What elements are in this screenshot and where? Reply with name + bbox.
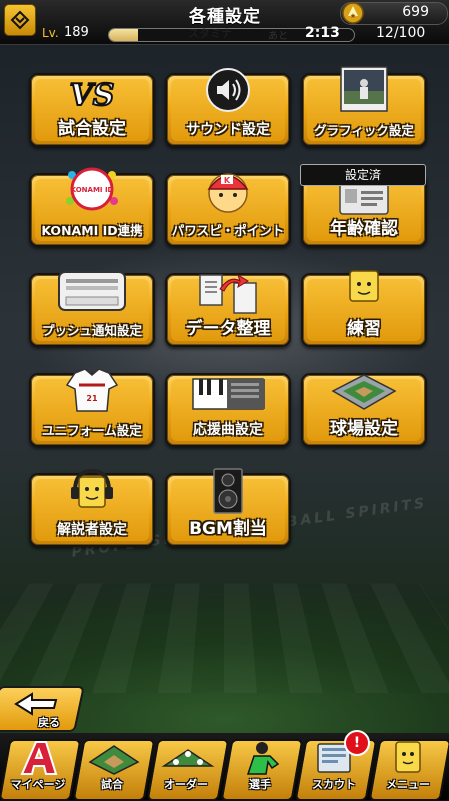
tile-label: 年齢確認 xyxy=(330,219,398,239)
a-logo-icon xyxy=(20,741,58,775)
commentator-icon xyxy=(71,469,113,508)
pawaspi-point-button[interactable]: K パワスピ・ポイント xyxy=(165,173,291,247)
powapro-face-icon: K xyxy=(207,173,249,213)
uniform-settings-button[interactable]: 21 ユニフォーム設定 xyxy=(29,368,155,447)
svg-text:VS: VS xyxy=(70,78,115,113)
svg-text:K: K xyxy=(224,176,231,185)
stamina-row: Lv. 189 スタミナ あと 2:13 12/100 xyxy=(0,24,449,44)
practice-face-icon xyxy=(349,270,379,302)
player-icon xyxy=(246,742,280,775)
konami-id-icon: KONAMI ID xyxy=(66,167,118,211)
coin-icon: ★ xyxy=(342,2,364,24)
tile-label: パワスピ・ポイント xyxy=(171,223,285,238)
recovery-label: あと xyxy=(268,31,288,42)
vs-icon: VS xyxy=(69,77,116,114)
nav-label: 試合 xyxy=(101,778,123,791)
age-verified-badge: 設定済 xyxy=(300,164,426,186)
tile-label: サウンド設定 xyxy=(186,122,270,138)
back-arrow-icon xyxy=(14,692,58,716)
tile-label: KONAMI ID連携 xyxy=(41,223,143,238)
tile-label: グラフィック設定 xyxy=(314,123,414,138)
tile-label: 試合設定 xyxy=(58,119,126,139)
tile-label: 応援曲設定 xyxy=(193,422,263,438)
tile-label: プッシュ通知設定 xyxy=(41,323,142,338)
level-label: Lv. xyxy=(42,26,59,40)
tile-label: データ整理 xyxy=(185,319,271,339)
uniform-icon: 21 xyxy=(65,368,119,412)
svg-text:KONAMI ID: KONAMI ID xyxy=(71,186,114,194)
nav-label: スカウト xyxy=(312,778,356,791)
sound-settings-button[interactable]: サウンド設定 xyxy=(165,68,291,147)
stamina-count: 12/100 xyxy=(376,25,426,41)
data-cleanup-button[interactable]: データ整理 xyxy=(165,273,291,347)
photo-icon xyxy=(340,66,388,112)
level-value: 189 xyxy=(64,25,89,40)
konami-id-button[interactable]: KONAMI ID KONAMI ID連携 xyxy=(29,167,155,247)
svg-text:21: 21 xyxy=(86,394,98,403)
bgm-assignment-button[interactable]: BGM割当 xyxy=(165,468,291,547)
tile-label: BGM割当 xyxy=(189,519,267,539)
commentator-settings-button[interactable]: 解説者設定 xyxy=(29,469,155,547)
tray-icon xyxy=(58,271,126,311)
scout-notification-badge: ! xyxy=(344,730,370,756)
push-notification-settings-button[interactable]: プッシュ通知設定 xyxy=(29,271,155,347)
order-icon xyxy=(161,749,215,767)
stamina-fill xyxy=(109,29,139,41)
match-settings-button[interactable]: VS 試合設定 xyxy=(29,73,155,147)
svg-text:★: ★ xyxy=(350,12,356,20)
menu-face-icon xyxy=(395,741,421,773)
coin-counter[interactable]: ★ 699 xyxy=(340,2,448,25)
bgm-speaker-icon xyxy=(213,468,243,514)
practice-button[interactable]: 練習 xyxy=(301,270,427,347)
speaker-icon xyxy=(206,68,250,112)
tile-label: ユニフォーム設定 xyxy=(42,423,142,438)
field-stripes xyxy=(0,583,449,694)
keyboard-icon xyxy=(192,378,265,410)
stamina-label: スタミナ xyxy=(188,27,232,40)
nav-label: オーダー xyxy=(164,778,208,791)
cheer-song-settings-button[interactable]: 応援曲設定 xyxy=(165,373,291,447)
field-icon xyxy=(88,745,140,775)
stadium-icon xyxy=(331,374,397,410)
id-card-icon xyxy=(339,183,389,215)
nav-label: 選手 xyxy=(249,778,271,791)
back-label: 戻る xyxy=(38,716,60,729)
tile-label: 練習 xyxy=(347,319,381,339)
header-bar: 各種設定 ★ 699 Lv. 189 スタミナ あと 2:13 12/100 xyxy=(0,0,449,45)
documents-arrow-icon xyxy=(199,273,257,314)
nav-label: マイページ xyxy=(10,778,66,791)
nav-label: メニュー xyxy=(386,778,430,791)
recovery-timer: 2:13 xyxy=(305,25,340,41)
tile-label: 解説者設定 xyxy=(57,522,127,538)
coin-value: 699 xyxy=(402,4,429,20)
stadium-settings-button[interactable]: 球場設定 xyxy=(301,373,427,447)
tile-label: 球場設定 xyxy=(330,419,398,439)
graphic-settings-button[interactable]: グラフィック設定 xyxy=(301,66,427,147)
